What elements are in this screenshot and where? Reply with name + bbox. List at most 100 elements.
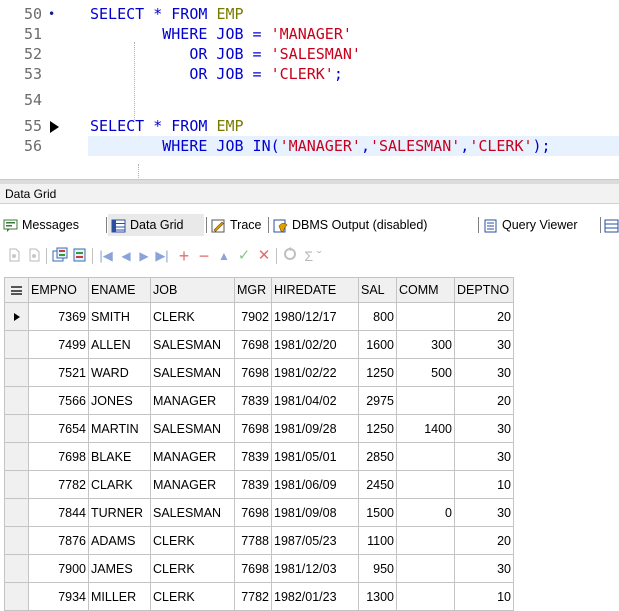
cell-job[interactable]: CLERK [150,302,235,331]
cell-comm[interactable] [396,470,455,499]
row-indicator[interactable] [4,386,29,415]
cell-hiredate[interactable]: 1981/02/20 [271,330,359,359]
paste-icon[interactable] [26,247,42,265]
cell-hiredate[interactable]: 1981/12/03 [271,554,359,583]
tab-trace[interactable]: Trace [208,214,268,236]
cell-comm[interactable] [396,302,455,331]
cell-deptno[interactable]: 30 [454,498,514,527]
cell-sal[interactable]: 1250 [358,414,397,443]
row-indicator[interactable] [4,554,29,583]
cell-mgr[interactable]: 7698 [234,330,272,359]
cell-deptno[interactable]: 30 [454,330,514,359]
grid-menu-icon[interactable] [11,286,22,296]
cell-hiredate[interactable]: 1987/05/23 [271,526,359,555]
row-indicator[interactable] [4,414,29,443]
code-text[interactable]: OR JOB = 'CLERK'; [88,64,619,84]
export-icon[interactable] [52,247,68,265]
cell-mgr[interactable]: 7698 [234,554,272,583]
table-row[interactable]: 7654 MARTIN SALESMAN 7698 1981/09/28 1250 1400… [4,414,514,443]
cell-hiredate[interactable]: 1981/09/08 [271,498,359,527]
cell-ename[interactable]: BLAKE [88,442,151,471]
tab-dbms-output[interactable]: DBMS Output (disabled) [270,214,478,236]
cell-ename[interactable]: ALLEN [88,330,151,359]
table-row[interactable]: 7499 ALLEN SALESMAN 7698 1981/02/20 1600 300 30 [4,330,514,359]
table-row[interactable]: 7844 TURNER SALESMAN 7698 1981/09/08 1500 0 30 [4,498,514,527]
cell-empno[interactable]: 7934 [28,582,89,611]
cell-empno[interactable]: 7698 [28,442,89,471]
column-header-deptno[interactable]: DEPTNO [454,277,514,303]
cell-sal[interactable]: 800 [358,302,397,331]
cell-ename[interactable]: CLARK [88,470,151,499]
cell-job[interactable]: MANAGER [150,470,235,499]
sql-editor[interactable]: 50 • SELECT * FROM EMP 51 WHERE JOB = 'MANA… [0,0,619,178]
cell-empno[interactable]: 7900 [28,554,89,583]
cell-sal[interactable]: 2450 [358,470,397,499]
cell-empno[interactable]: 7782 [28,470,89,499]
cell-sal[interactable]: 1500 [358,498,397,527]
cell-job[interactable]: SALESMAN [150,498,235,527]
table-row[interactable]: 7934 MILLER CLERK 7782 1982/01/23 1300 10 [4,582,514,611]
cell-job[interactable]: SALESMAN [150,358,235,387]
code-text[interactable]: SELECT * FROM EMP [88,4,619,24]
code-text[interactable]: SELECT * FROM EMP [88,116,619,136]
cell-empno[interactable]: 7654 [28,414,89,443]
column-header-ename[interactable]: ENAME [88,277,151,303]
edit-record-icon[interactable]: ▲ [216,247,232,265]
row-indicator-header[interactable] [4,277,29,303]
table-row[interactable]: 7566 JONES MANAGER 7839 1981/04/02 2975 20 [4,386,514,415]
cell-empno[interactable]: 7566 [28,386,89,415]
next-record-icon[interactable]: ▶ [136,247,152,265]
cell-sal[interactable]: 1300 [358,582,397,611]
cell-deptno[interactable]: 20 [454,302,514,331]
code-text[interactable]: WHERE JOB IN('MANAGER','SALESMAN','CLERK… [88,136,619,156]
cell-ename[interactable]: MILLER [88,582,151,611]
cell-mgr[interactable]: 7839 [234,386,272,415]
column-header-empno[interactable]: EMPNO [28,277,89,303]
cell-deptno[interactable]: 30 [454,358,514,387]
cell-mgr[interactable]: 7839 [234,442,272,471]
table-row[interactable]: 7782 CLARK MANAGER 7839 1981/06/09 2450 10 [4,470,514,499]
table-row[interactable]: 7521 WARD SALESMAN 7698 1981/02/22 1250 500 30 [4,358,514,387]
cell-ename[interactable]: SMITH [88,302,151,331]
cell-hiredate[interactable]: 1981/05/01 [271,442,359,471]
code-line[interactable]: 53 OR JOB = 'CLERK'; [0,64,619,84]
cell-ename[interactable]: JONES [88,386,151,415]
cell-hiredate[interactable]: 1981/09/28 [271,414,359,443]
column-header-sal[interactable]: SAL [358,277,397,303]
table-row[interactable]: 7876 ADAMS CLERK 7788 1987/05/23 1100 20 [4,526,514,555]
data-grid[interactable]: EMPNO ENAME JOB MGR HIREDATE SAL COMM DE… [4,277,514,611]
code-line[interactable]: 56 WHERE JOB IN('MANAGER','SALESMAN','CL… [0,136,619,156]
cell-sal[interactable]: 2850 [358,442,397,471]
last-record-icon[interactable]: ▶| [154,247,170,265]
cell-sal[interactable]: 1100 [358,526,397,555]
cell-sal[interactable]: 1600 [358,330,397,359]
cell-job[interactable]: SALESMAN [150,330,235,359]
cell-deptno[interactable]: 20 [454,526,514,555]
cell-sal[interactable]: 950 [358,554,397,583]
code-line[interactable]: 54 [0,90,619,110]
cell-job[interactable]: CLERK [150,554,235,583]
row-indicator[interactable] [4,358,29,387]
table-row[interactable]: 7698 BLAKE MANAGER 7839 1981/05/01 2850 30 [4,442,514,471]
column-header-comm[interactable]: COMM [396,277,455,303]
cell-deptno[interactable]: 10 [454,582,514,611]
cell-deptno[interactable]: 30 [454,414,514,443]
cell-mgr[interactable]: 7902 [234,302,272,331]
code-line[interactable]: 51 WHERE JOB = 'MANAGER' [0,24,619,44]
table-row[interactable]: 7369 SMITH CLERK 7902 1980/12/17 800 20 [4,302,514,331]
cell-ename[interactable]: JAMES [88,554,151,583]
cell-hiredate[interactable]: 1981/06/09 [271,470,359,499]
cell-job[interactable]: CLERK [150,582,235,611]
column-header-job[interactable]: JOB [150,277,235,303]
column-header-hiredate[interactable]: HIREDATE [271,277,359,303]
column-header-mgr[interactable]: MGR [234,277,272,303]
cell-comm[interactable] [396,386,455,415]
cell-comm[interactable]: 300 [396,330,455,359]
cell-mgr[interactable]: 7698 [234,358,272,387]
copy-icon[interactable] [6,247,22,265]
row-indicator[interactable] [4,330,29,359]
row-indicator[interactable] [4,302,29,331]
cell-hiredate[interactable]: 1981/02/22 [271,358,359,387]
cell-ename[interactable]: TURNER [88,498,151,527]
cell-ename[interactable]: MARTIN [88,414,151,443]
